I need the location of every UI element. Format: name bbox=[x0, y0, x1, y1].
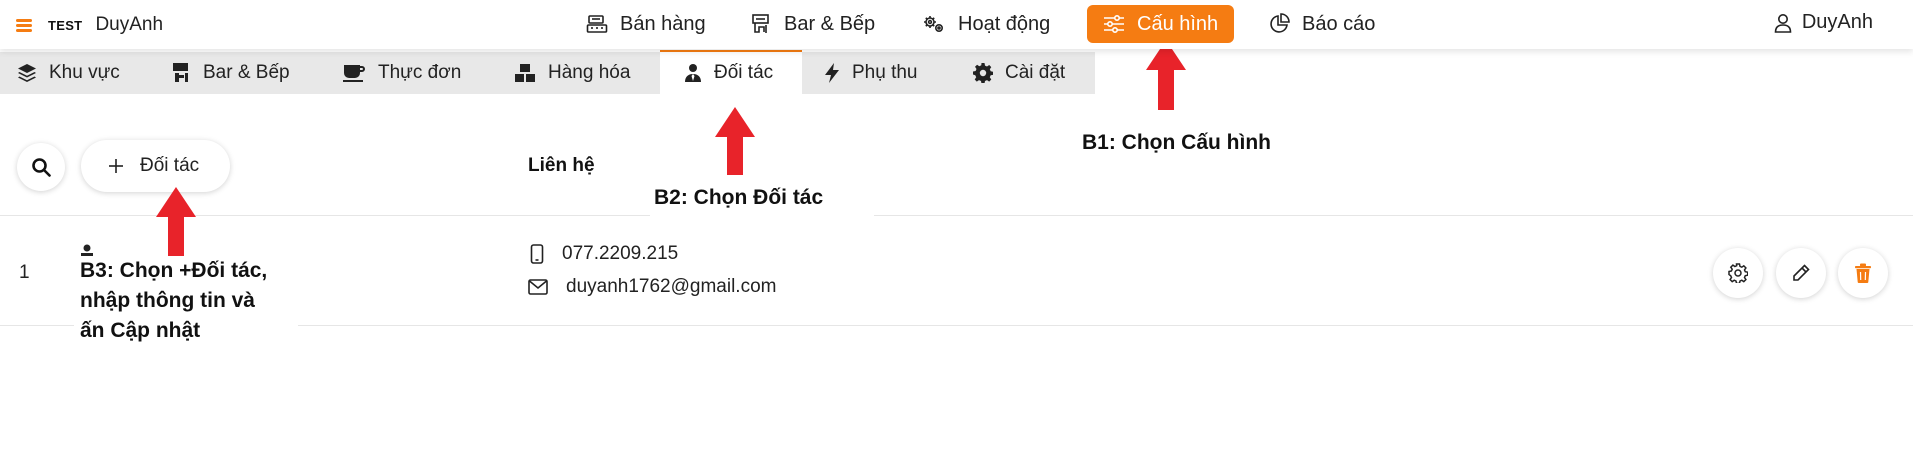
nav-label: Bar & Bếp bbox=[784, 12, 876, 35]
nav-label: Báo cáo bbox=[1302, 12, 1376, 35]
annotation-step-3-line: nhập thông tin và bbox=[80, 289, 255, 312]
hamburger-menu-icon[interactable] bbox=[16, 17, 34, 33]
email-line: duyanh1762@gmail.com bbox=[528, 276, 776, 298]
annotation-arrow-up bbox=[1146, 40, 1186, 110]
tab-label: Hàng hóa bbox=[548, 62, 631, 83]
tab-cai-dat[interactable]: Cài đặt bbox=[973, 52, 1065, 94]
register-icon bbox=[586, 15, 608, 33]
edit-button[interactable] bbox=[1776, 248, 1826, 298]
annotation-step-3: B3: Chọn +Đối tác, nhập thông tin và ấn … bbox=[74, 256, 298, 346]
nav-label: Cấu hình bbox=[1137, 12, 1219, 35]
search-icon bbox=[32, 158, 51, 177]
tab-label: Cài đặt bbox=[1005, 62, 1066, 83]
contact-column-header: Liên hệ bbox=[528, 155, 595, 176]
email-address: duyanh1762@gmail.com bbox=[566, 276, 777, 297]
brand: TEST DuyAnh bbox=[16, 13, 163, 37]
sliders-icon bbox=[1104, 14, 1124, 34]
annotation-step-1: B1: Chọn Cấu hình bbox=[1078, 128, 1275, 158]
pie-chart-icon bbox=[1270, 13, 1290, 33]
user-icon bbox=[1774, 13, 1792, 33]
mobile-phone-icon bbox=[530, 244, 544, 264]
phone-number: 077.2209.215 bbox=[562, 243, 679, 264]
nav-hoat-dong[interactable]: Hoạt động bbox=[906, 5, 1066, 43]
nav-label: Hoạt động bbox=[958, 12, 1051, 35]
tab-bar-bep[interactable]: Bar & Bếp bbox=[171, 52, 290, 94]
add-partner-label: Đối tác bbox=[140, 155, 200, 176]
trash-icon bbox=[1855, 263, 1871, 283]
search-button[interactable] bbox=[17, 143, 65, 191]
annotation-arrow-up bbox=[156, 187, 196, 257]
top-navbar: TEST DuyAnh Bán hàng Bar & Bếp Hoạt động… bbox=[0, 0, 1913, 49]
brand-name: DuyAnh bbox=[95, 14, 164, 35]
boxes-icon bbox=[515, 64, 535, 82]
tab-hang-hoa[interactable]: Hàng hóa bbox=[514, 52, 630, 94]
envelope-icon bbox=[528, 279, 548, 295]
store-label: TEST bbox=[48, 17, 83, 33]
annotation-step-3-line: B3: Chọn +Đối tác, bbox=[80, 259, 268, 282]
add-partner-button[interactable]: Đối tác bbox=[81, 140, 230, 192]
tab-label: Bar & Bếp bbox=[203, 62, 290, 83]
nav-bao-cao[interactable]: Báo cáo bbox=[1252, 5, 1391, 43]
annotation-step-2: B2: Chọn Đối tác bbox=[650, 181, 874, 219]
gear-icon bbox=[1728, 263, 1748, 283]
pencil-icon bbox=[1793, 264, 1810, 281]
nav-cau-hinh[interactable]: Cấu hình bbox=[1087, 5, 1234, 43]
kitchen-icon bbox=[752, 14, 769, 33]
phone-line: 077.2209.215 bbox=[530, 243, 678, 265]
tab-doi-tac[interactable]: Đối tác bbox=[660, 50, 802, 94]
tab-label: Thực đơn bbox=[378, 62, 462, 83]
annotation-step-3-line: ấn Cập nhật bbox=[80, 319, 201, 342]
divider bbox=[0, 215, 1913, 216]
tab-phu-thu[interactable]: Phụ thu bbox=[824, 52, 918, 94]
layers-icon bbox=[18, 64, 36, 82]
coffee-cup-icon bbox=[343, 65, 365, 82]
settings-button[interactable] bbox=[1713, 248, 1763, 298]
tab-label: Đối tác bbox=[714, 62, 774, 83]
nav-ban-hang[interactable]: Bán hàng bbox=[570, 5, 722, 43]
settings-subtabs: Khu vực Bar & Bếp Thực đơn Hàng hóa Đối … bbox=[0, 50, 1095, 94]
nav-bar-bep[interactable]: Bar & Bếp bbox=[734, 5, 891, 43]
cog-icon bbox=[973, 63, 993, 83]
delete-button[interactable] bbox=[1838, 248, 1888, 298]
tab-thuc-don[interactable]: Thực đơn bbox=[342, 52, 461, 94]
person-tie-icon bbox=[685, 64, 701, 82]
plus-icon bbox=[109, 159, 123, 173]
kitchen-icon bbox=[173, 63, 188, 82]
gears-icon bbox=[924, 16, 944, 33]
tab-label: Phụ thu bbox=[852, 62, 918, 83]
annotation-arrow-up bbox=[715, 107, 755, 175]
nav-label: Bán hàng bbox=[620, 12, 706, 35]
user-name: DuyAnh bbox=[1801, 11, 1873, 33]
user-menu[interactable]: DuyAnh bbox=[1774, 11, 1873, 34]
row-index: 1 bbox=[19, 262, 30, 283]
bolt-icon bbox=[825, 63, 839, 83]
tab-label: Khu vực bbox=[49, 62, 120, 83]
tab-khu-vuc[interactable]: Khu vực bbox=[17, 52, 120, 94]
